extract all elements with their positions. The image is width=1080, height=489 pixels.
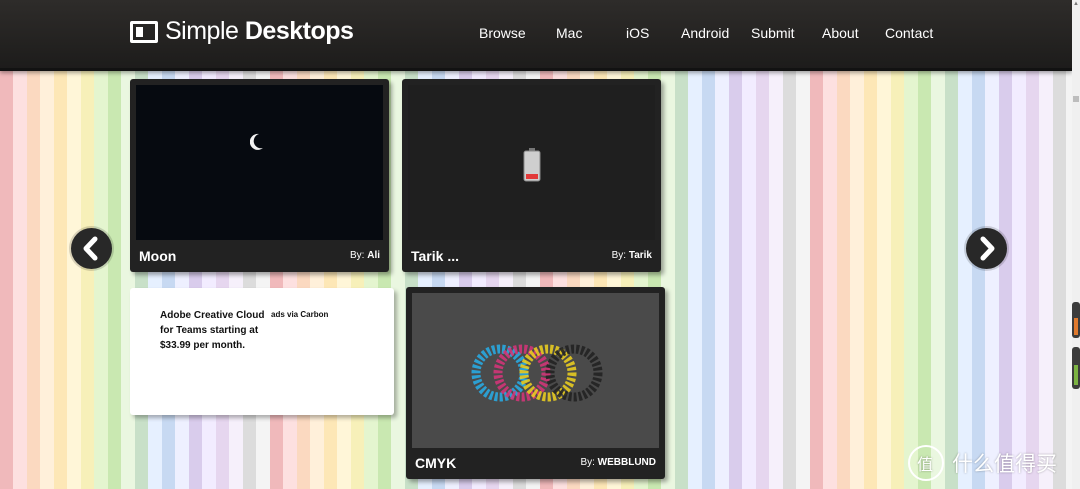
ad-text[interactable]: Adobe Creative Cloud for Teams starting …: [160, 308, 270, 353]
watermark: 什么值得买: [908, 445, 1057, 481]
side-gauge-green: [1072, 347, 1080, 389]
next-arrow-button[interactable]: [966, 228, 1007, 269]
card-title[interactable]: Moon: [139, 248, 176, 264]
watermark-text: 什么值得买: [952, 453, 1057, 476]
logo-icon: [130, 20, 158, 43]
wallpaper-card-tarik[interactable]: Tarik ... By: Tarik: [402, 79, 661, 272]
nav-mac[interactable]: Mac: [556, 25, 582, 41]
card-author: By: Tarik: [611, 250, 652, 261]
site-header: Simple Desktops Browse Mac iOS Android S…: [0, 0, 1072, 71]
side-gauge-orange: [1072, 302, 1080, 338]
cmyk-circles: [471, 344, 603, 402]
prev-arrow-button[interactable]: [71, 228, 112, 269]
prev-arrow-icon: [83, 236, 98, 261]
card-title[interactable]: CMYK: [415, 455, 456, 471]
card-title[interactable]: Tarik ...: [411, 248, 459, 264]
scroll-up-icon[interactable]: ▲: [1073, 1, 1079, 7]
nav-contact[interactable]: Contact: [885, 25, 933, 41]
nav-ios[interactable]: iOS: [626, 25, 649, 41]
scroll-thumb[interactable]: [1073, 96, 1079, 102]
ad-via-link[interactable]: ads via Carbon: [271, 310, 328, 319]
wallpaper-card-cmyk[interactable]: CMYK By: WEBBLUND: [406, 287, 665, 479]
logo-text: Simple Desktops: [165, 17, 354, 45]
nav-browse[interactable]: Browse: [479, 25, 526, 41]
nav-submit[interactable]: Submit: [751, 25, 795, 41]
scrollbar[interactable]: ▲: [1072, 0, 1080, 489]
wallpaper-thumbnail[interactable]: [136, 85, 383, 240]
moon-icon: [250, 133, 263, 150]
carbon-ad[interactable]: Adobe Creative Cloud for Teams starting …: [130, 288, 394, 415]
watermark-logo-icon: [908, 445, 944, 481]
wallpaper-thumbnail[interactable]: [412, 293, 659, 448]
nav-about[interactable]: About: [822, 25, 859, 41]
card-author: By: Ali: [349, 250, 380, 261]
wallpaper-card-moon[interactable]: Moon By: Ali: [130, 79, 389, 272]
card-author: By: WEBBLUND: [580, 457, 656, 468]
nav-android[interactable]: Android: [681, 25, 729, 41]
site-logo[interactable]: Simple Desktops: [130, 17, 354, 46]
next-arrow-icon: [980, 236, 995, 261]
battery-icon: [523, 148, 541, 182]
wallpaper-thumbnail[interactable]: [408, 85, 655, 240]
